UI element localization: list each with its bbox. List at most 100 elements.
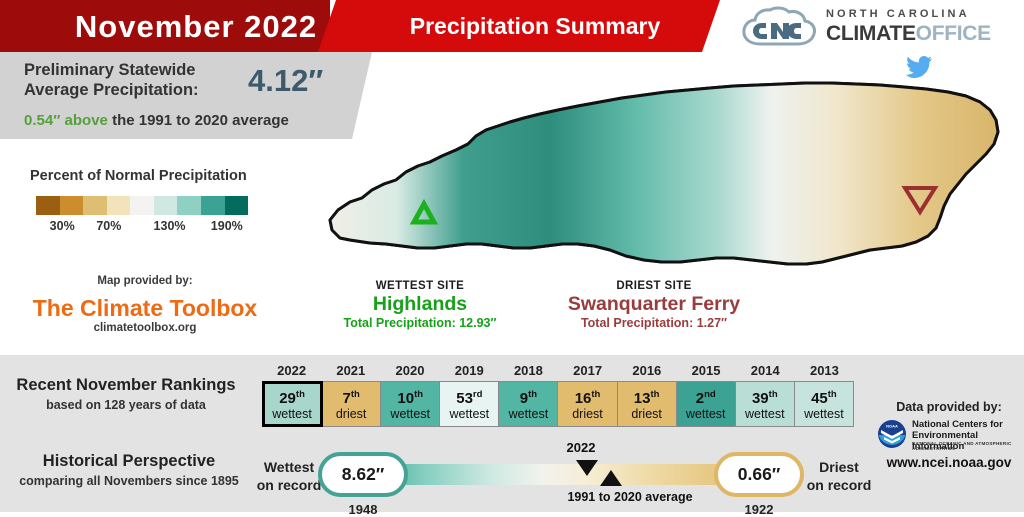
ranking-value: 39th (751, 388, 778, 407)
map-credit-name[interactable]: The Climate Toolbox (0, 295, 290, 322)
scale-driest-label-line2: on record (806, 477, 872, 493)
driest-site-total: Total Precipitation: 1.27″ (580, 316, 728, 330)
ranking-cell-2016[interactable]: 13th driest (617, 382, 677, 426)
legend-title: Percent of Normal Precipitation (30, 168, 247, 184)
scale-driest-label-line1: Driest (819, 459, 859, 475)
scale-driest-value: 0.66″ (714, 452, 804, 497)
ranking-cell-2021[interactable]: 7th driest (322, 382, 382, 426)
legend-tick-3: 190% (210, 219, 243, 233)
scale-wettest-year: 1948 (348, 502, 378, 517)
statewide-average-label-line2: Average Precipitation: (24, 81, 199, 99)
rankings-year-header: 2022 2021 2020 2019 2018 2017 2016 2015 2014 2013 (262, 363, 854, 381)
legend-tick-1: 70% (96, 219, 122, 233)
scale-driest-label: Driest on record (806, 458, 872, 494)
rankings-year-2018: 2018 (513, 363, 543, 378)
ranking-ordinal-suffix: nd (704, 388, 716, 400)
legend-swatch-5 (153, 196, 178, 215)
legend-swatch-1 (59, 196, 84, 215)
ranking-label: driest (631, 406, 662, 421)
logo-line-office: CLIMATEOFFICE (826, 22, 991, 46)
legend-swatch-0 (36, 196, 60, 215)
wettest-site-total: Total Precipitation: 12.93″ (343, 316, 497, 330)
rankings-row: 29th wettest 7th driest 10th wettest 53rd wette… (261, 381, 854, 427)
data-credit-label: Data provided by: (896, 400, 1002, 414)
statewide-average-label-line1: Preliminary Statewide (24, 61, 196, 79)
rankings-year-2015: 2015 (691, 363, 721, 378)
ranking-cell-2017[interactable]: 16th driest (558, 382, 618, 426)
rankings-subheading: based on 128 years of data (46, 398, 206, 412)
map-credit-label: Map provided by: (97, 275, 193, 287)
ranking-value: 53rd (456, 388, 483, 407)
ranking-label: wettest (508, 406, 549, 421)
legend-swatch-7 (200, 196, 225, 215)
legend-swatch-3 (106, 196, 131, 215)
ranking-ordinal-suffix: th (768, 388, 778, 400)
ranking-ordinal-suffix: rd (472, 388, 483, 400)
ranking-ordinal-suffix: th (295, 388, 305, 400)
noaa-seal-icon: NOAA (878, 420, 906, 448)
ncei-logo[interactable]: NOAA National Centers for Environmental … (874, 418, 1024, 452)
ranking-value: 29th (279, 388, 305, 407)
ncei-name-line1: National Centers for (912, 419, 1003, 430)
logo-word-office: OFFICE (915, 22, 992, 45)
ranking-cell-2018[interactable]: 9th wettest (499, 382, 559, 426)
ranking-cell-2014[interactable]: 39th wettest (735, 382, 795, 426)
rankings-year-2017: 2017 (573, 363, 603, 378)
legend-swatch-6 (177, 196, 201, 215)
legend-color-bar (36, 196, 249, 215)
rankings-year-2021: 2021 (336, 363, 366, 378)
ranking-ordinal-suffix: th (650, 388, 660, 400)
scale-average-marker-icon (600, 470, 622, 486)
svg-text:NOAA: NOAA (886, 423, 898, 428)
nc-cloud-logo-icon (742, 6, 816, 46)
scale-wettest-label-line1: Wettest (263, 459, 315, 475)
ncei-agency-line: NATIONAL OCEANIC AND ATMOSPHERIC ADMINIS… (912, 441, 1012, 451)
wettest-site-name: Highlands (372, 293, 468, 315)
nc-climate-office-logo[interactable]: NORTH CAROLINA CLIMATEOFFICE (740, 6, 1020, 50)
scale-current-year-label: 2022 (566, 440, 596, 455)
legend-swatch-2 (83, 196, 107, 215)
logo-word-climate: CLIMATE (826, 22, 916, 45)
statewide-average-label: Preliminary Statewide Average Precipitat… (24, 60, 254, 100)
ranking-value: 16th (574, 388, 601, 407)
ranking-label: wettest (744, 406, 785, 421)
departure-reference: the 1991 to 2020 average (107, 112, 289, 129)
ncei-url[interactable]: www.ncei.noaa.gov (874, 455, 1024, 470)
rankings-year-2019: 2019 (454, 363, 484, 378)
map-credit-url[interactable]: climatetoolbox.org (0, 322, 290, 334)
ranking-cell-2015[interactable]: 2nd wettest (676, 382, 736, 426)
legend-tick-0: 30% (49, 219, 75, 233)
ranking-cell-2013[interactable]: 45th wettest (794, 382, 853, 426)
departure-from-normal: 0.54″ above the 1991 to 2020 average (24, 112, 289, 129)
scale-average-label: 1991 to 2020 average (567, 490, 693, 504)
logo-line-state: NORTH CAROLINA (826, 8, 970, 20)
historical-subheading: comparing all Novembers since 1895 (19, 474, 239, 488)
rankings-year-2013: 2013 (809, 363, 839, 378)
report-subtitle: Precipitation Summary (409, 13, 661, 39)
ranking-cell-2022[interactable]: 29th wettest (261, 381, 324, 427)
scale-wettest-label: Wettest on record (256, 458, 322, 494)
ranking-value: 9th (519, 388, 538, 407)
rankings-heading: Recent November Rankings (16, 376, 236, 394)
infographic-root: November 2022 Precipitation Summary NORT… (0, 0, 1024, 517)
scale-current-year-marker-icon (576, 460, 598, 476)
driest-site-callout: DRIEST SITE Swanquarter Ferry Total Prec… (520, 280, 788, 330)
ranking-ordinal-suffix: th (591, 388, 601, 400)
ranking-label: driest (335, 406, 367, 421)
legend-tick-2: 130% (153, 219, 186, 233)
ranking-label: wettest (804, 406, 844, 421)
ranking-label: wettest (685, 406, 726, 421)
rankings-year-2016: 2016 (632, 363, 662, 378)
legend-swatch-8 (224, 196, 249, 215)
ranking-value: 10th (397, 388, 424, 407)
ranking-value: 45th (811, 388, 837, 407)
ranking-cell-2019[interactable]: 53rd wettest (440, 382, 500, 426)
ranking-value: 13th (633, 388, 660, 407)
departure-amount: 0.54″ above (24, 112, 108, 129)
rankings-year-2020: 2020 (395, 363, 425, 378)
ranking-cell-2020[interactable]: 10th wettest (381, 382, 441, 426)
north-carolina-precipitation-map[interactable] (310, 70, 1024, 282)
legend-swatch-4 (130, 196, 154, 215)
ranking-label: wettest (272, 406, 312, 421)
ranking-value: 7th (342, 388, 360, 407)
